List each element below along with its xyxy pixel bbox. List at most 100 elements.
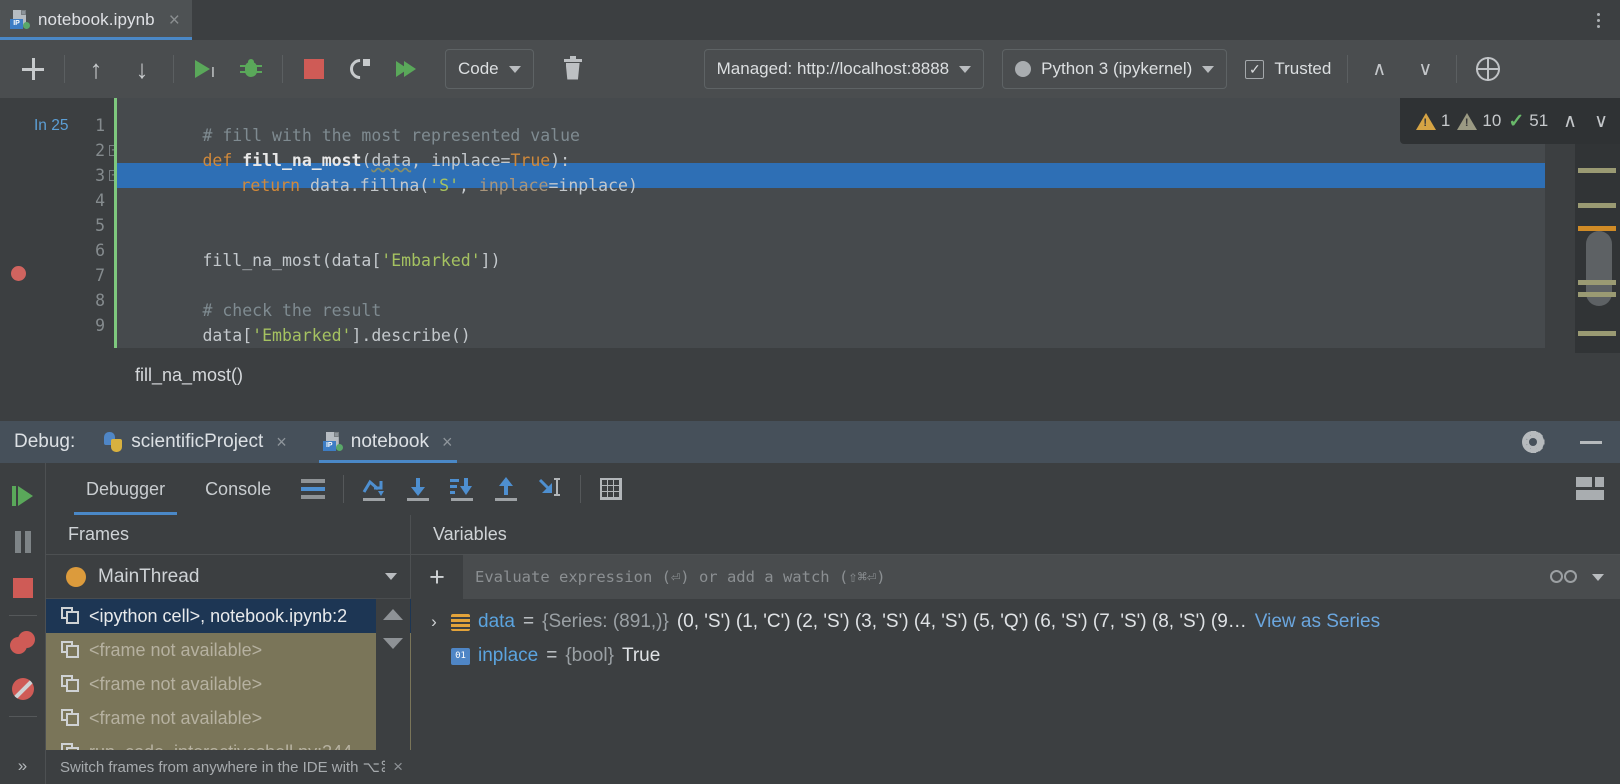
run-all-cells-button[interactable] [383, 47, 429, 91]
scroll-down-icon[interactable] [383, 638, 403, 649]
move-cell-down-button[interactable]: ↓ [119, 47, 165, 91]
scroll-up-icon[interactable] [383, 609, 403, 620]
run-to-cursor-button[interactable] [528, 463, 572, 515]
view-as-series-link[interactable]: View as Series [1255, 611, 1380, 633]
more-options-icon[interactable] [1586, 6, 1610, 34]
view-breakpoints-button[interactable] [0, 620, 45, 666]
interrupt-kernel-button[interactable] [291, 47, 337, 91]
pause-program-button[interactable] [0, 519, 45, 565]
jupyter-server-label: Managed: http://localhost:8888 [717, 59, 950, 79]
evaluate-table-button[interactable] [589, 463, 633, 515]
editor-gutter[interactable]: In 25 1 2 3 4 5 6 7 8 9 − − [0, 98, 115, 353]
debug-tool-window: Debug: scientificProject × IP notebook × [0, 421, 1620, 784]
gear-icon[interactable] [1522, 431, 1544, 453]
previous-cell-button[interactable]: ∧ [1356, 47, 1402, 91]
debug-title-label: Debug: [14, 431, 75, 453]
close-icon[interactable]: × [163, 11, 180, 30]
kernel-dropdown[interactable]: Python 3 (ipykernel) [1002, 49, 1227, 89]
variable-row-inplace[interactable]: 01 inplace = {bool} True [411, 639, 1620, 673]
variable-name: inplace [478, 645, 538, 667]
variable-type: {Series: (891,)} [542, 611, 669, 633]
add-cell-button[interactable] [10, 47, 56, 91]
scrollbar-marker [1578, 203, 1616, 208]
inspection-widget[interactable]: 1 10 ✓ 51 ∧ ∨ [1400, 98, 1620, 144]
mute-breakpoints-button[interactable] [0, 666, 45, 712]
add-watch-button[interactable]: + [411, 555, 463, 599]
show-execution-point-icon [301, 479, 325, 499]
ipynb-icon: IP [10, 10, 30, 30]
variable-equals: = [523, 611, 534, 633]
debugger-toolbar: Debugger Console [45, 463, 1620, 515]
frame-list-item[interactable]: <frame not available> [46, 633, 411, 667]
minimize-icon[interactable] [1580, 441, 1602, 444]
expand-rail-button[interactable]: » [0, 750, 45, 782]
delete-cell-button[interactable] [550, 47, 596, 91]
frame-label: <frame not available> [89, 674, 262, 695]
inspections-ok-count[interactable]: ✓ 51 [1508, 111, 1548, 131]
chevron-down-icon[interactable] [1592, 574, 1604, 581]
debug-session-tab-scientificproject[interactable]: scientificProject × [93, 421, 297, 463]
weak-warnings-count[interactable]: 10 [1457, 111, 1501, 131]
open-in-browser-button[interactable] [1465, 47, 1511, 91]
cell-type-dropdown[interactable]: Code [445, 49, 534, 89]
layout-settings-icon[interactable] [1576, 477, 1604, 501]
glasses-icon[interactable] [1550, 570, 1578, 584]
run-all-icon [396, 61, 416, 77]
close-icon[interactable]: × [393, 757, 403, 777]
step-out-icon [493, 477, 519, 501]
chevron-down-icon[interactable]: ∨ [1594, 112, 1608, 131]
frame-icon [61, 709, 80, 727]
step-into-button[interactable] [396, 463, 440, 515]
frame-list-item[interactable]: <ipython cell>, notebook.ipynb:2 [46, 599, 411, 633]
expand-arrow-icon[interactable]: › [425, 612, 443, 632]
jupyter-server-dropdown[interactable]: Managed: http://localhost:8888 [704, 49, 985, 89]
cell-output-area: fill_na_most() [0, 353, 1620, 421]
show-execution-point-button[interactable] [291, 463, 335, 515]
stop-session-button[interactable] [0, 565, 45, 611]
run-cell-button[interactable]: I [182, 47, 228, 91]
close-icon[interactable]: × [276, 432, 287, 453]
frame-list-item[interactable]: <frame not available> [46, 701, 411, 735]
editor-tab-notebook[interactable]: IP notebook.ipynb × [0, 0, 192, 40]
evaluate-expression-input[interactable]: Evaluate expression (⏎) or add a watch (… [463, 568, 1550, 586]
debug-cell-icon [240, 59, 262, 79]
chevron-up-icon: ∧ [1372, 60, 1386, 79]
step-out-button[interactable] [484, 463, 528, 515]
variables-pane-header: Variables [411, 515, 1620, 555]
next-cell-button[interactable]: ∨ [1402, 47, 1448, 91]
variables-list[interactable]: › data = {Series: (891,)} (0, 'S') (1, '… [411, 599, 1620, 784]
evaluate-table-icon [600, 478, 622, 500]
trusted-checkbox[interactable]: ✓ Trusted [1245, 59, 1331, 79]
tip-text: Switch frames from anywhere in the IDE w… [60, 758, 385, 776]
debug-session-tab-notebook[interactable]: IP notebook × [313, 421, 463, 463]
tab-console[interactable]: Console [185, 463, 291, 515]
frames-scroll-controls [376, 599, 410, 750]
frame-list[interactable]: <ipython cell>, notebook.ipynb:2 <frame … [46, 599, 411, 750]
resume-program-button[interactable] [0, 473, 45, 519]
close-icon[interactable]: × [442, 432, 453, 453]
chevron-down-icon [385, 573, 397, 580]
restart-kernel-button[interactable] [337, 47, 383, 91]
code-text-area[interactable]: # fill with the most represented value d… [117, 98, 1545, 348]
breakpoint-marker[interactable] [11, 266, 26, 281]
frame-icon [61, 675, 80, 693]
debug-body: » Debugger Console [0, 463, 1620, 784]
step-over-button[interactable] [352, 463, 396, 515]
frame-list-item[interactable]: <frame not available> [46, 667, 411, 701]
variables-pane: + Evaluate expression (⏎) or add a watch… [411, 555, 1620, 784]
move-cell-up-button[interactable]: ↑ [73, 47, 119, 91]
tab-debugger[interactable]: Debugger [66, 463, 185, 515]
variable-row-data[interactable]: › data = {Series: (891,)} (0, 'S') (1, '… [411, 605, 1620, 639]
evaluate-expression-row: + Evaluate expression (⏎) or add a watch… [411, 555, 1620, 599]
resume-program-icon [12, 486, 33, 506]
cell-execution-count: In 25 [34, 113, 68, 138]
debug-cell-button[interactable] [228, 47, 274, 91]
force-step-into-button[interactable] [440, 463, 484, 515]
run-cell-icon: I [195, 60, 215, 78]
frame-icon [61, 743, 80, 750]
warnings-count[interactable]: 1 [1416, 111, 1450, 131]
frame-list-item[interactable]: run_code, interactiveshell.py:344 [46, 735, 411, 750]
ipynb-icon: IP [323, 432, 343, 452]
chevron-up-icon[interactable]: ∧ [1563, 112, 1577, 131]
thread-selector[interactable]: MainThread [46, 555, 411, 599]
